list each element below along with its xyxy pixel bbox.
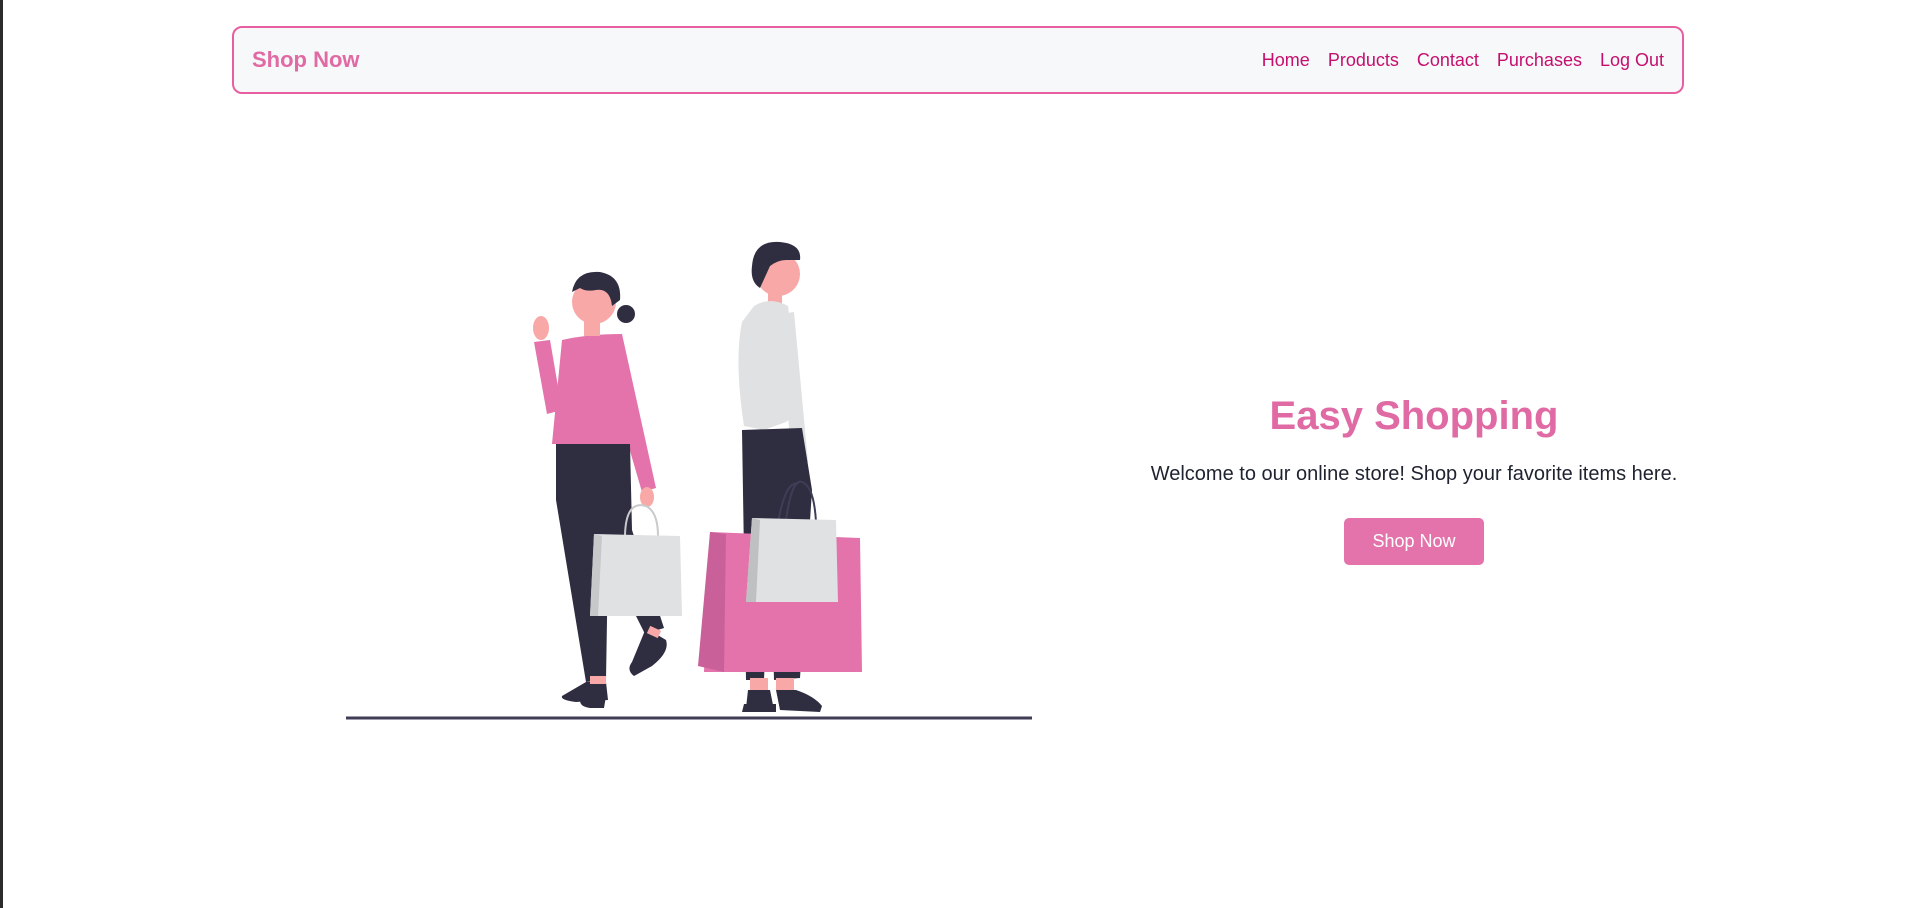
woman-shopping-bag	[590, 534, 682, 616]
man-gray-shopping-bag	[746, 518, 838, 602]
nav-links: Home Products Contact Purchases Log Out	[1262, 50, 1664, 71]
hero-section: Easy Shopping Welcome to our online stor…	[1120, 388, 1708, 565]
shopping-couple-illustration	[340, 230, 1040, 730]
hero-title: Easy Shopping	[1269, 394, 1559, 438]
shopping-illustration-svg	[346, 241, 1032, 720]
nav-link-home[interactable]: Home	[1262, 50, 1310, 71]
nav-link-purchases[interactable]: Purchases	[1497, 50, 1582, 71]
shop-now-button[interactable]: Shop Now	[1344, 518, 1484, 565]
nav-link-logout[interactable]: Log Out	[1600, 50, 1664, 71]
woman-right-shoe	[629, 628, 667, 676]
nav-link-products[interactable]: Products	[1328, 50, 1399, 71]
nav-link-contact[interactable]: Contact	[1417, 50, 1479, 71]
window-left-edge	[0, 0, 3, 908]
hero-subtitle: Welcome to our online store! Shop your f…	[1150, 463, 1678, 485]
woman-hand	[533, 316, 549, 340]
woman-hair-bun	[617, 305, 635, 323]
man-right-shoe	[776, 690, 822, 712]
brand-link[interactable]: Shop Now	[252, 47, 360, 73]
navbar: Shop Now Home Products Contact Purchases…	[232, 26, 1684, 94]
